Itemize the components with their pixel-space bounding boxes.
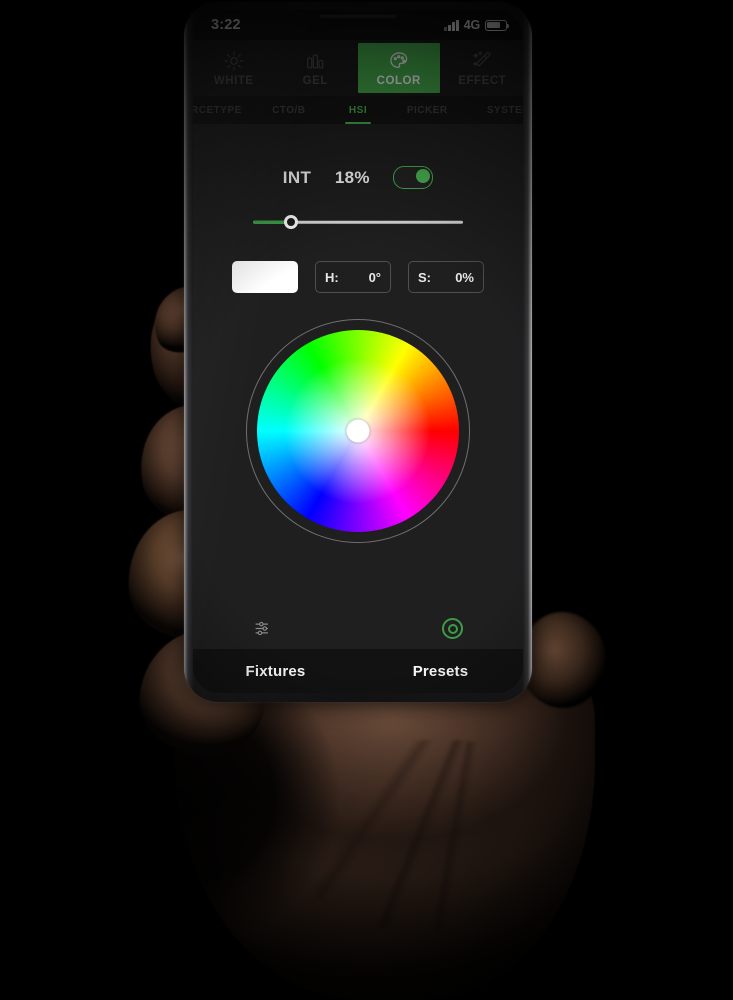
sub-tab-bar: JRCETYPE CTO/B HSI PICKER SYSTEM <box>193 96 523 124</box>
battery-icon <box>485 19 510 31</box>
sun-icon <box>223 50 245 72</box>
color-wheel-handle[interactable] <box>346 419 370 443</box>
nav-fixtures[interactable]: Fixtures <box>193 649 358 693</box>
status-time: 3:22 <box>211 17 241 33</box>
nav-presets[interactable]: Presets <box>358 649 523 693</box>
tab-effect[interactable]: EFFECT <box>442 40 524 96</box>
magic-wand-icon <box>471 50 493 72</box>
intensity-row: INT 18% <box>283 166 434 189</box>
tab-gel-label: GEL <box>302 74 328 87</box>
slider-knob[interactable] <box>283 215 298 229</box>
subtab-picker-label: PICKER <box>406 104 448 116</box>
scene-background: 3:22 4G WHITE GEL COLOR EFFECT RCETYPE C… <box>0 0 733 1000</box>
smartphone-device: 3:22 4G WHITE GEL COLOR EFFECT RCETYPE C… <box>184 2 532 702</box>
subtab-picker[interactable]: PICKER <box>393 96 462 124</box>
subtab-sourcetype[interactable]: JRCETYPE <box>193 96 254 124</box>
color-preview-swatch[interactable] <box>232 261 298 293</box>
toggle-knob <box>416 169 431 183</box>
hsi-panel: INT 18% H: 0° S: 0% <box>193 124 523 649</box>
saturation-field[interactable]: S: 0% <box>408 261 484 293</box>
power-ring-icon[interactable] <box>442 618 463 639</box>
subtab-system[interactable]: SYSTEM <box>462 96 523 124</box>
phone-screen: 3:22 4G WHITE GEL COLOR EFFECT RCETYPE C… <box>193 10 523 693</box>
palette-icon <box>388 50 410 72</box>
nav-presets-label: Presets <box>412 662 469 680</box>
signal-bars-icon <box>444 19 459 31</box>
tab-white-label: WHITE <box>213 74 254 87</box>
hue-field[interactable]: H: 0° <box>315 261 391 293</box>
hue-label: H: <box>325 269 339 285</box>
subtab-ctob[interactable]: CTO/B <box>254 96 323 124</box>
earpiece-speaker <box>319 13 397 18</box>
intensity-toggle[interactable] <box>393 166 434 189</box>
hue-value: 0° <box>368 269 381 285</box>
sliders-icon[interactable] <box>253 618 274 639</box>
tab-color-label: COLOR <box>376 74 421 87</box>
status-indicators: 4G <box>444 18 510 32</box>
color-wheel[interactable] <box>246 319 470 543</box>
subtab-hsi[interactable]: HSI <box>323 96 392 124</box>
subtab-system-label: SYSTEM <box>486 104 523 116</box>
finger-right <box>520 612 606 708</box>
bottom-nav-bar: Fixtures Presets <box>193 649 523 693</box>
tab-color[interactable]: COLOR <box>358 43 440 93</box>
saturation-value: 0% <box>455 269 474 285</box>
footer-tools-row <box>193 618 523 639</box>
nav-fixtures-label: Fixtures <box>245 662 306 680</box>
phone-bezel: 3:22 4G WHITE GEL COLOR EFFECT RCETYPE C… <box>193 10 523 693</box>
intensity-slider[interactable] <box>253 212 463 232</box>
saturation-label: S: <box>418 269 431 285</box>
subtab-ctob-label: CTO/B <box>272 104 306 116</box>
network-label: 4G <box>463 18 480 32</box>
subtab-hsi-label: HSI <box>348 104 368 116</box>
intensity-value: 18% <box>334 167 370 187</box>
tab-gel[interactable]: GEL <box>275 40 357 96</box>
hue-saturation-row: H: 0° S: 0% <box>232 261 484 293</box>
intensity-label: INT <box>282 167 312 187</box>
main-tab-bar: WHITE GEL COLOR EFFECT <box>193 40 523 96</box>
subtab-sourcetype-label: JRCETYPE <box>193 104 242 116</box>
battery-fill <box>487 21 500 29</box>
tab-white[interactable]: WHITE <box>193 40 275 96</box>
tab-effect-label: EFFECT <box>458 74 507 87</box>
bar-chart-icon <box>304 50 326 72</box>
